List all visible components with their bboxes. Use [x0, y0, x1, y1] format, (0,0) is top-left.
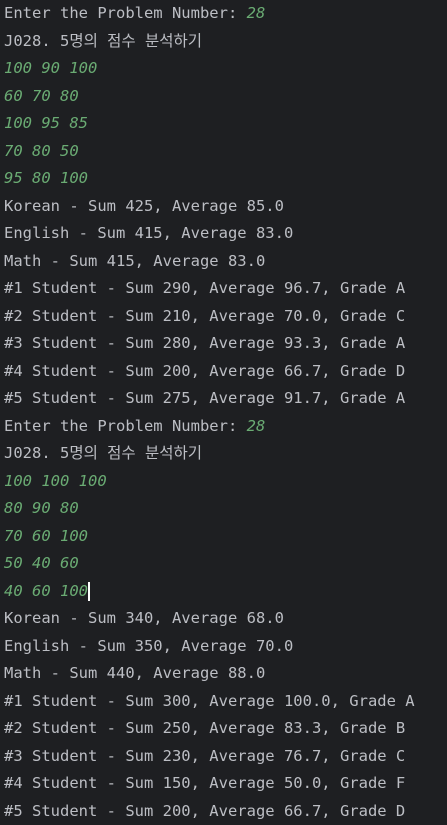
- score-input-line: 100 90 100: [4, 59, 98, 77]
- prompt-label: Enter the Problem Number:: [4, 4, 247, 22]
- score-input-text: 40 60 100: [4, 581, 88, 600]
- problem-prompt: Enter the Problem Number: 28: [4, 0, 447, 28]
- subject-summary-line: Math - Sum 415, Average 83.0: [4, 251, 266, 270]
- problem-number-input: 28: [246, 416, 266, 435]
- score-input-line: 70 60 100: [4, 526, 88, 545]
- subject-summary-line: Math - Sum 440, Average 88.0: [4, 664, 266, 682]
- student-summary-line: #1 Student - Sum 300, Average 100.0, Gra…: [4, 691, 415, 710]
- console-output[interactable]: Enter the Problem Number: 28 J028. 5명의 점…: [0, 0, 447, 825]
- student-summary-line: #3 Student - Sum 280, Average 93.3, Grad…: [4, 334, 406, 352]
- student-summary-line: #2 Student - Sum 250, Average 83.3, Grad…: [4, 719, 406, 737]
- student-summary-line: #1 Student - Sum 290, Average 96.7, Grad…: [4, 279, 406, 297]
- student-summary-line: #5 Student - Sum 200, Average 66.7, Grad…: [4, 801, 406, 820]
- score-input-line: 95 80 100: [4, 169, 88, 187]
- score-input-line: 100 95 85: [4, 114, 88, 132]
- student-summary-line: #2 Student - Sum 210, Average 70.0, Grad…: [4, 306, 406, 325]
- score-input-line: 100 100 100: [4, 471, 107, 490]
- student-summary-line: #4 Student - Sum 150, Average 50.0, Grad…: [4, 774, 406, 792]
- problem-title: J028. 5명의 점수 분석하기: [4, 444, 203, 462]
- subject-summary-line: Korean - Sum 425, Average 85.0: [4, 196, 284, 215]
- student-summary-line: #3 Student - Sum 230, Average 76.7, Grad…: [4, 746, 406, 765]
- problem-number-input: 28: [246, 4, 266, 22]
- score-input-line: 70 80 50: [4, 141, 79, 160]
- score-input-line: 80 90 80: [4, 499, 79, 517]
- student-summary-line: #4 Student - Sum 200, Average 66.7, Grad…: [4, 361, 406, 380]
- subject-summary-line: English - Sum 415, Average 83.0: [4, 224, 294, 242]
- student-summary-line: #5 Student - Sum 275, Average 91.7, Grad…: [4, 389, 406, 407]
- text-cursor: [88, 581, 90, 601]
- subject-summary-line: English - Sum 350, Average 70.0: [4, 636, 294, 655]
- score-input-line-active[interactable]: 40 60 100: [4, 578, 447, 606]
- prompt-label: Enter the Problem Number:: [4, 416, 247, 435]
- problem-title: J028. 5명의 점수 분석하기: [4, 31, 203, 50]
- subject-summary-line: Korean - Sum 340, Average 68.0: [4, 609, 284, 627]
- score-input-line: 60 70 80: [4, 86, 79, 105]
- score-input-line: 50 40 60: [4, 554, 79, 572]
- problem-prompt: Enter the Problem Number: 28: [4, 413, 447, 441]
